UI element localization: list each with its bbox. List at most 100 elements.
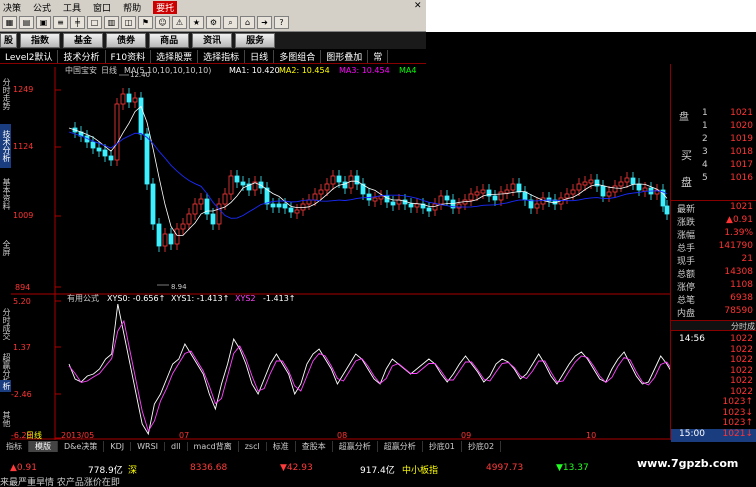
- xys2-line: [68, 319, 670, 433]
- flag-icon[interactable]: ⚑: [138, 16, 153, 29]
- chart-icon[interactable]: ▤: [19, 16, 34, 29]
- news-ticker[interactable]: 来最严重旱情 农产品涨价在即: [0, 475, 756, 487]
- ticker-sme-turnover: 917.4亿: [360, 466, 395, 475]
- tab-f10[interactable]: F10资料: [106, 49, 152, 63]
- tab-multi-chart[interactable]: 多图组合: [274, 49, 322, 63]
- tab-overlay[interactable]: 图形叠加: [321, 49, 369, 63]
- service-button[interactable]: 服务: [235, 33, 276, 48]
- help-icon[interactable]: ?: [274, 16, 289, 29]
- settings-icon[interactable]: ⚙: [206, 16, 221, 29]
- box-icon[interactable]: □: [87, 16, 102, 29]
- stock-chart[interactable]: 中国宝安 日线 MA(5,10,10,10,10,10) MA1: 10.420…: [11, 64, 670, 440]
- window-icon[interactable]: ▣: [36, 16, 51, 29]
- tab-level2[interactable]: Level2默认: [0, 49, 59, 63]
- arrow-icon[interactable]: ➜: [257, 16, 272, 29]
- indicator-tabs: 指标 模版 D&e决策 KDJ WRSI dll macd背离 zscl 标准 查股本 超赢分析 超赢…: [0, 440, 670, 452]
- ma3-value: MA3: 10.454: [339, 66, 390, 75]
- candle-body: [600, 185, 606, 197]
- tab-analysis[interactable]: 析: [0, 380, 11, 392]
- layout-icon[interactable]: ▥: [104, 16, 119, 29]
- list-icon[interactable]: ≡: [53, 16, 68, 29]
- indicator-tab[interactable]: 模版: [29, 440, 58, 452]
- ma1-value: MA1: 10.420: [229, 66, 280, 75]
- candle-body: [210, 213, 216, 225]
- tab-intraday[interactable]: 分时走势: [0, 70, 11, 118]
- indicator-tab[interactable]: 查股本: [296, 440, 333, 452]
- tick-price: 1022: [730, 355, 753, 365]
- ticker-sz-label: 深: [128, 466, 138, 475]
- split-icon[interactable]: ◫: [121, 16, 136, 29]
- candle-body: [474, 191, 480, 196]
- indicator-tab[interactable]: macd背离: [188, 440, 239, 452]
- candle-body: [180, 223, 186, 230]
- candle-body: [426, 207, 432, 212]
- candle-icon[interactable]: ╪: [70, 16, 85, 29]
- tab-other[interactable]: 其他: [0, 408, 11, 430]
- user-icon[interactable]: ☺: [155, 16, 170, 29]
- candle-body: [294, 209, 300, 214]
- commodity-button[interactable]: 商品: [149, 33, 190, 48]
- bond-button[interactable]: 债券: [106, 33, 147, 48]
- menu-highlight[interactable]: 要托: [153, 0, 178, 14]
- order-level: 4: [702, 160, 708, 170]
- indicator-tab[interactable]: 抄底02: [462, 440, 502, 452]
- indicator-tab[interactable]: dll: [165, 441, 188, 451]
- home-icon[interactable]: ⌂: [240, 16, 255, 29]
- warning-icon[interactable]: ⚠: [172, 16, 187, 29]
- indicator-tab[interactable]: 标准: [267, 440, 296, 452]
- indicator-tab[interactable]: WRSI: [131, 441, 165, 451]
- menu-window[interactable]: 窗口: [93, 1, 111, 14]
- candle-body: [120, 93, 126, 105]
- xys1-value: XYS1: -1.413↑: [171, 294, 229, 303]
- tab-basic-info[interactable]: 基本资料: [0, 172, 11, 216]
- candle-body: [342, 181, 348, 189]
- search-icon[interactable]: ⌕: [223, 16, 238, 29]
- icon-toolbar: ▦ ▤ ▣ ≡ ╪ □ ▥ ◫ ⚑ ☺ ⚠ ★ ⚙ ⌕ ⌂ ➜ ?: [0, 14, 426, 32]
- indicator-tab[interactable]: 超赢分析: [378, 440, 423, 452]
- tab-intraday-trades[interactable]: 分时成交: [0, 304, 11, 344]
- candle-body: [378, 195, 384, 200]
- tab-daily[interactable]: 日线: [245, 49, 275, 63]
- menu-tools[interactable]: 工具: [63, 1, 81, 14]
- tab-select-stock[interactable]: 选择股票: [151, 49, 199, 63]
- xys2-value: -1.413↑: [263, 294, 296, 303]
- candle-body: [240, 181, 246, 186]
- tab-common[interactable]: 常: [368, 49, 389, 63]
- close-icon[interactable]: ✕: [414, 1, 422, 11]
- candle-body: [570, 189, 576, 195]
- menu-formula[interactable]: 公式: [33, 1, 51, 14]
- candle-body: [108, 155, 114, 161]
- quote-stat-value: 6938: [730, 293, 753, 303]
- candle-body: [336, 175, 342, 183]
- tick-price: 1021↓: [722, 428, 753, 439]
- indicator-tab[interactable]: zscl: [239, 441, 267, 451]
- indicator-tab[interactable]: 抄底01: [423, 440, 462, 452]
- quote-stat-label: 总手: [677, 244, 696, 254]
- candle-body: [528, 199, 534, 209]
- quote-stat-row: 总手 141790: [671, 241, 756, 254]
- indicator-tab[interactable]: 指标: [0, 440, 29, 452]
- menu-help[interactable]: 帮助: [123, 1, 141, 14]
- candle-body: [228, 175, 234, 195]
- star-icon[interactable]: ★: [189, 16, 204, 29]
- candle-body: [156, 223, 162, 247]
- fund-button[interactable]: 基金: [63, 33, 104, 48]
- index-button[interactable]: 指数: [20, 33, 61, 48]
- tab-technical-analysis[interactable]: 技术分析: [0, 124, 11, 168]
- indicator-tab[interactable]: 超赢分析: [333, 440, 378, 452]
- news-button[interactable]: 资讯: [192, 33, 233, 48]
- grid-icon[interactable]: ▦: [2, 16, 17, 29]
- stock-button[interactable]: 股: [0, 33, 18, 48]
- tab-select-indicator[interactable]: 选择指标: [198, 49, 246, 63]
- ma2-value: MA2: 10.454: [279, 66, 330, 75]
- candle-body: [354, 175, 360, 185]
- menu-decision[interactable]: 决策: [3, 1, 21, 14]
- tab-fullscreen[interactable]: 全屏: [0, 236, 11, 260]
- quote-stat-value: 1108: [730, 280, 753, 290]
- quote-stat-value: 14308: [724, 267, 753, 277]
- tab-technical[interactable]: 技术分析: [58, 49, 106, 63]
- indicator-tab[interactable]: D&e决策: [58, 440, 105, 452]
- candle-body: [126, 93, 132, 103]
- candle-body: [324, 183, 330, 191]
- indicator-tab[interactable]: KDJ: [104, 441, 132, 451]
